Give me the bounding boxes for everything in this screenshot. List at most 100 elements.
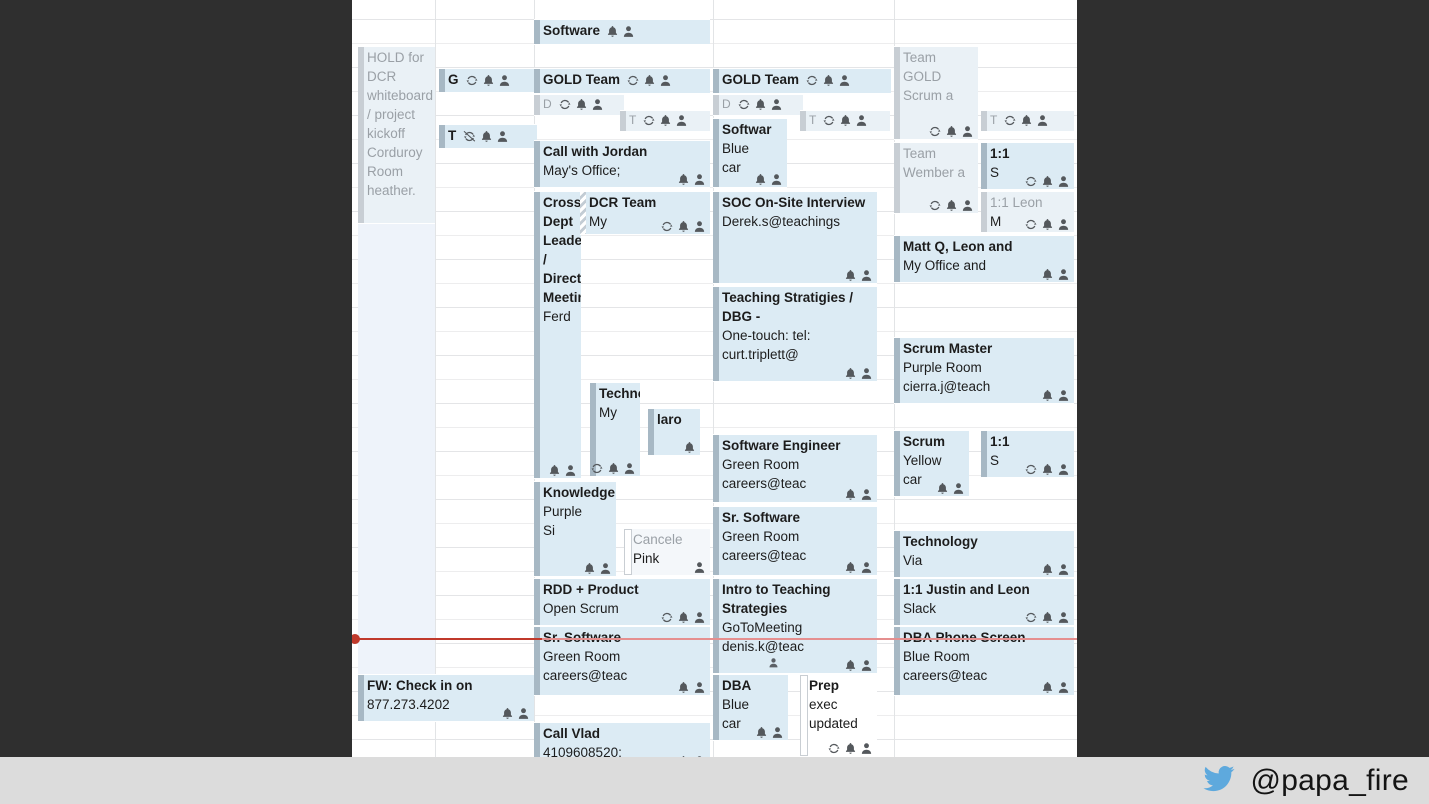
event-color-bar: [534, 69, 540, 93]
calendar-event[interactable]: Knowledge Purple Si: [534, 481, 616, 577]
calendar-event[interactable]: 1:1 Justin and Leon Slack: [894, 578, 1074, 626]
current-time-line: [352, 634, 1077, 644]
event-icon-row: [683, 441, 696, 454]
event-icon-row: [844, 367, 873, 380]
attendee-person-icon: [1057, 463, 1070, 476]
event-title: Prep: [809, 678, 840, 693]
attendee-person-icon: [693, 681, 706, 694]
attendee-person-icon: [1057, 268, 1070, 281]
recurring-icon: [626, 74, 640, 87]
event-color-bar: [981, 143, 987, 189]
calendar-event[interactable]: Cross-Dept Leadership / Director's Meeti…: [534, 191, 581, 479]
calendar-event[interactable]: DBA Phone ScreenBlue Roomcareers@teac: [894, 626, 1074, 696]
calendar-event[interactable]: Team Wember a: [894, 142, 978, 214]
event-title: HOLD for DCR whiteboard / project kickof…: [367, 50, 434, 198]
calendar-event[interactable]: Sr. SoftwareGreen Roomcareers@teac: [534, 626, 710, 696]
reminder-bell-icon: [1041, 611, 1054, 624]
event-icon-row: [844, 659, 873, 672]
reminder-bell-icon: [1041, 389, 1054, 402]
event-color-bar: [894, 579, 900, 625]
event-subtitle: curt.triplett@: [722, 347, 799, 362]
calendar-event[interactable]: Cancele Pink: [624, 528, 710, 576]
calendar-event[interactable]: Scrum Yellow car: [894, 430, 969, 497]
calendar-event[interactable]: D: [713, 94, 803, 116]
event-title: 1:1: [990, 434, 1010, 449]
recurring-icon: [1024, 175, 1038, 188]
event-color-bar: [713, 435, 719, 502]
event-color-bar: [624, 529, 632, 575]
calendar-event[interactable]: Matt Q, Leon and My Office and: [894, 235, 1074, 283]
event-subtitle: Green Room: [722, 529, 800, 544]
attendee-person-icon: [838, 74, 851, 87]
grid-row-line: [352, 427, 1077, 428]
attendee-person-icon: [1057, 681, 1070, 694]
calendar-event[interactable]: 1:1 S: [981, 142, 1074, 190]
event-title: DCR Team: [589, 195, 657, 210]
calendar-event[interactable]: 1:1 S: [981, 430, 1074, 478]
event-color-bar: [713, 675, 719, 740]
attendee-person-icon: [770, 173, 783, 186]
reminder-bell-icon: [822, 74, 835, 87]
attendee-person-icon: [622, 25, 635, 38]
calendar-event[interactable]: Scrum Master Purple Room cierra.j@teach: [894, 337, 1074, 404]
calendar-event[interactable]: DBA Blue car: [713, 674, 788, 741]
calendar-event[interactable]: Software: [534, 19, 710, 45]
calendar-event[interactable]: RDD + Product Open Scrum: [534, 578, 710, 626]
calendar-event[interactable]: Call with Jordan May's Office;: [534, 140, 710, 188]
calendar-event[interactable]: T: [620, 110, 710, 132]
event-title: Knowledge: [543, 485, 616, 500]
recurring-icon: [827, 742, 841, 755]
reminder-bell-icon: [607, 462, 620, 475]
reminder-bell-icon: [1041, 268, 1054, 281]
calendar-event[interactable]: FW: Check in on 877.273.4202: [358, 674, 534, 722]
calendar-event[interactable]: Technol My: [590, 382, 640, 477]
calendar-event[interactable]: GOLD Team: [713, 68, 891, 94]
recurring-icon: [737, 98, 751, 111]
reminder-bell-icon: [844, 742, 857, 755]
event-icon-row: [844, 488, 873, 501]
attendee-person-icon: [675, 114, 688, 127]
calendar-event[interactable]: G: [439, 68, 537, 93]
calendar-event[interactable]: laro: [648, 408, 700, 456]
attendee-person-icon: [860, 488, 873, 501]
reminder-bell-icon: [1041, 218, 1054, 231]
reminder-bell-icon: [1041, 463, 1054, 476]
calendar-event[interactable]: T: [981, 110, 1074, 132]
calendar-event[interactable]: SOC On-Site Interview Derek.s@teachings: [713, 191, 877, 284]
event-color-bar: [534, 482, 540, 576]
attendee-person-icon: [693, 220, 706, 233]
calendar-event[interactable]: HOLD for DCR whiteboard / project kickof…: [358, 46, 435, 224]
twitter-bird-icon: [1200, 763, 1238, 799]
event-icon-row: [1024, 218, 1070, 231]
calendar-event[interactable]: Call Vlad 4109608520;: [534, 722, 710, 757]
event-subtitle: Blue: [722, 141, 750, 156]
calendar-event[interactable]: Software Engineer Green Room careers@teac: [713, 434, 877, 503]
calendar-event[interactable]: Sr. SoftwareGreen Roomcareers@teac: [713, 506, 877, 576]
event-color-bar: [894, 531, 900, 577]
event-subtitle: exec: [809, 697, 838, 712]
calendar-event[interactable]: Teaching Stratigies / DBG - One-touch: te…: [713, 286, 877, 382]
calendar-event[interactable]: Softwar Blue car: [713, 118, 787, 188]
calendar-event[interactable]: 1:1 Leon M: [981, 191, 1074, 233]
calendar-event[interactable]: Prep exec updated: [800, 674, 877, 757]
reminder-bell-icon: [755, 726, 768, 739]
attendee-person-icon: [693, 561, 706, 574]
calendar-event[interactable]: Team GOLD Scrum a: [894, 46, 978, 140]
calendar-event[interactable]: GOLD Team: [534, 68, 710, 94]
event-color-bar: [580, 192, 586, 234]
event-subtitle: Purple: [543, 504, 583, 519]
event-title: Software: [543, 21, 706, 40]
calendar-event[interactable]: DCR Team My: [580, 191, 710, 235]
calendar-event[interactable]: Technology Via: [894, 530, 1074, 578]
attendee-person-icon: [693, 173, 706, 186]
attendee-person-icon: [517, 707, 530, 720]
calendar-event[interactable]: D: [534, 94, 624, 116]
event-icon-row: [465, 74, 511, 87]
calendar-day-grid[interactable]: Software HOLD for DCR whiteboard / projec…: [352, 0, 1077, 757]
calendar-event[interactable]: T: [439, 124, 537, 149]
event-subtitle: Purple Room: [903, 360, 982, 375]
calendar-event[interactable]: Intro to Teaching Strategies GoToMeeting d…: [713, 578, 877, 674]
calendar-event[interactable]: T: [800, 110, 890, 132]
reminder-bell-icon: [839, 114, 852, 127]
reminder-bell-icon: [754, 98, 767, 111]
